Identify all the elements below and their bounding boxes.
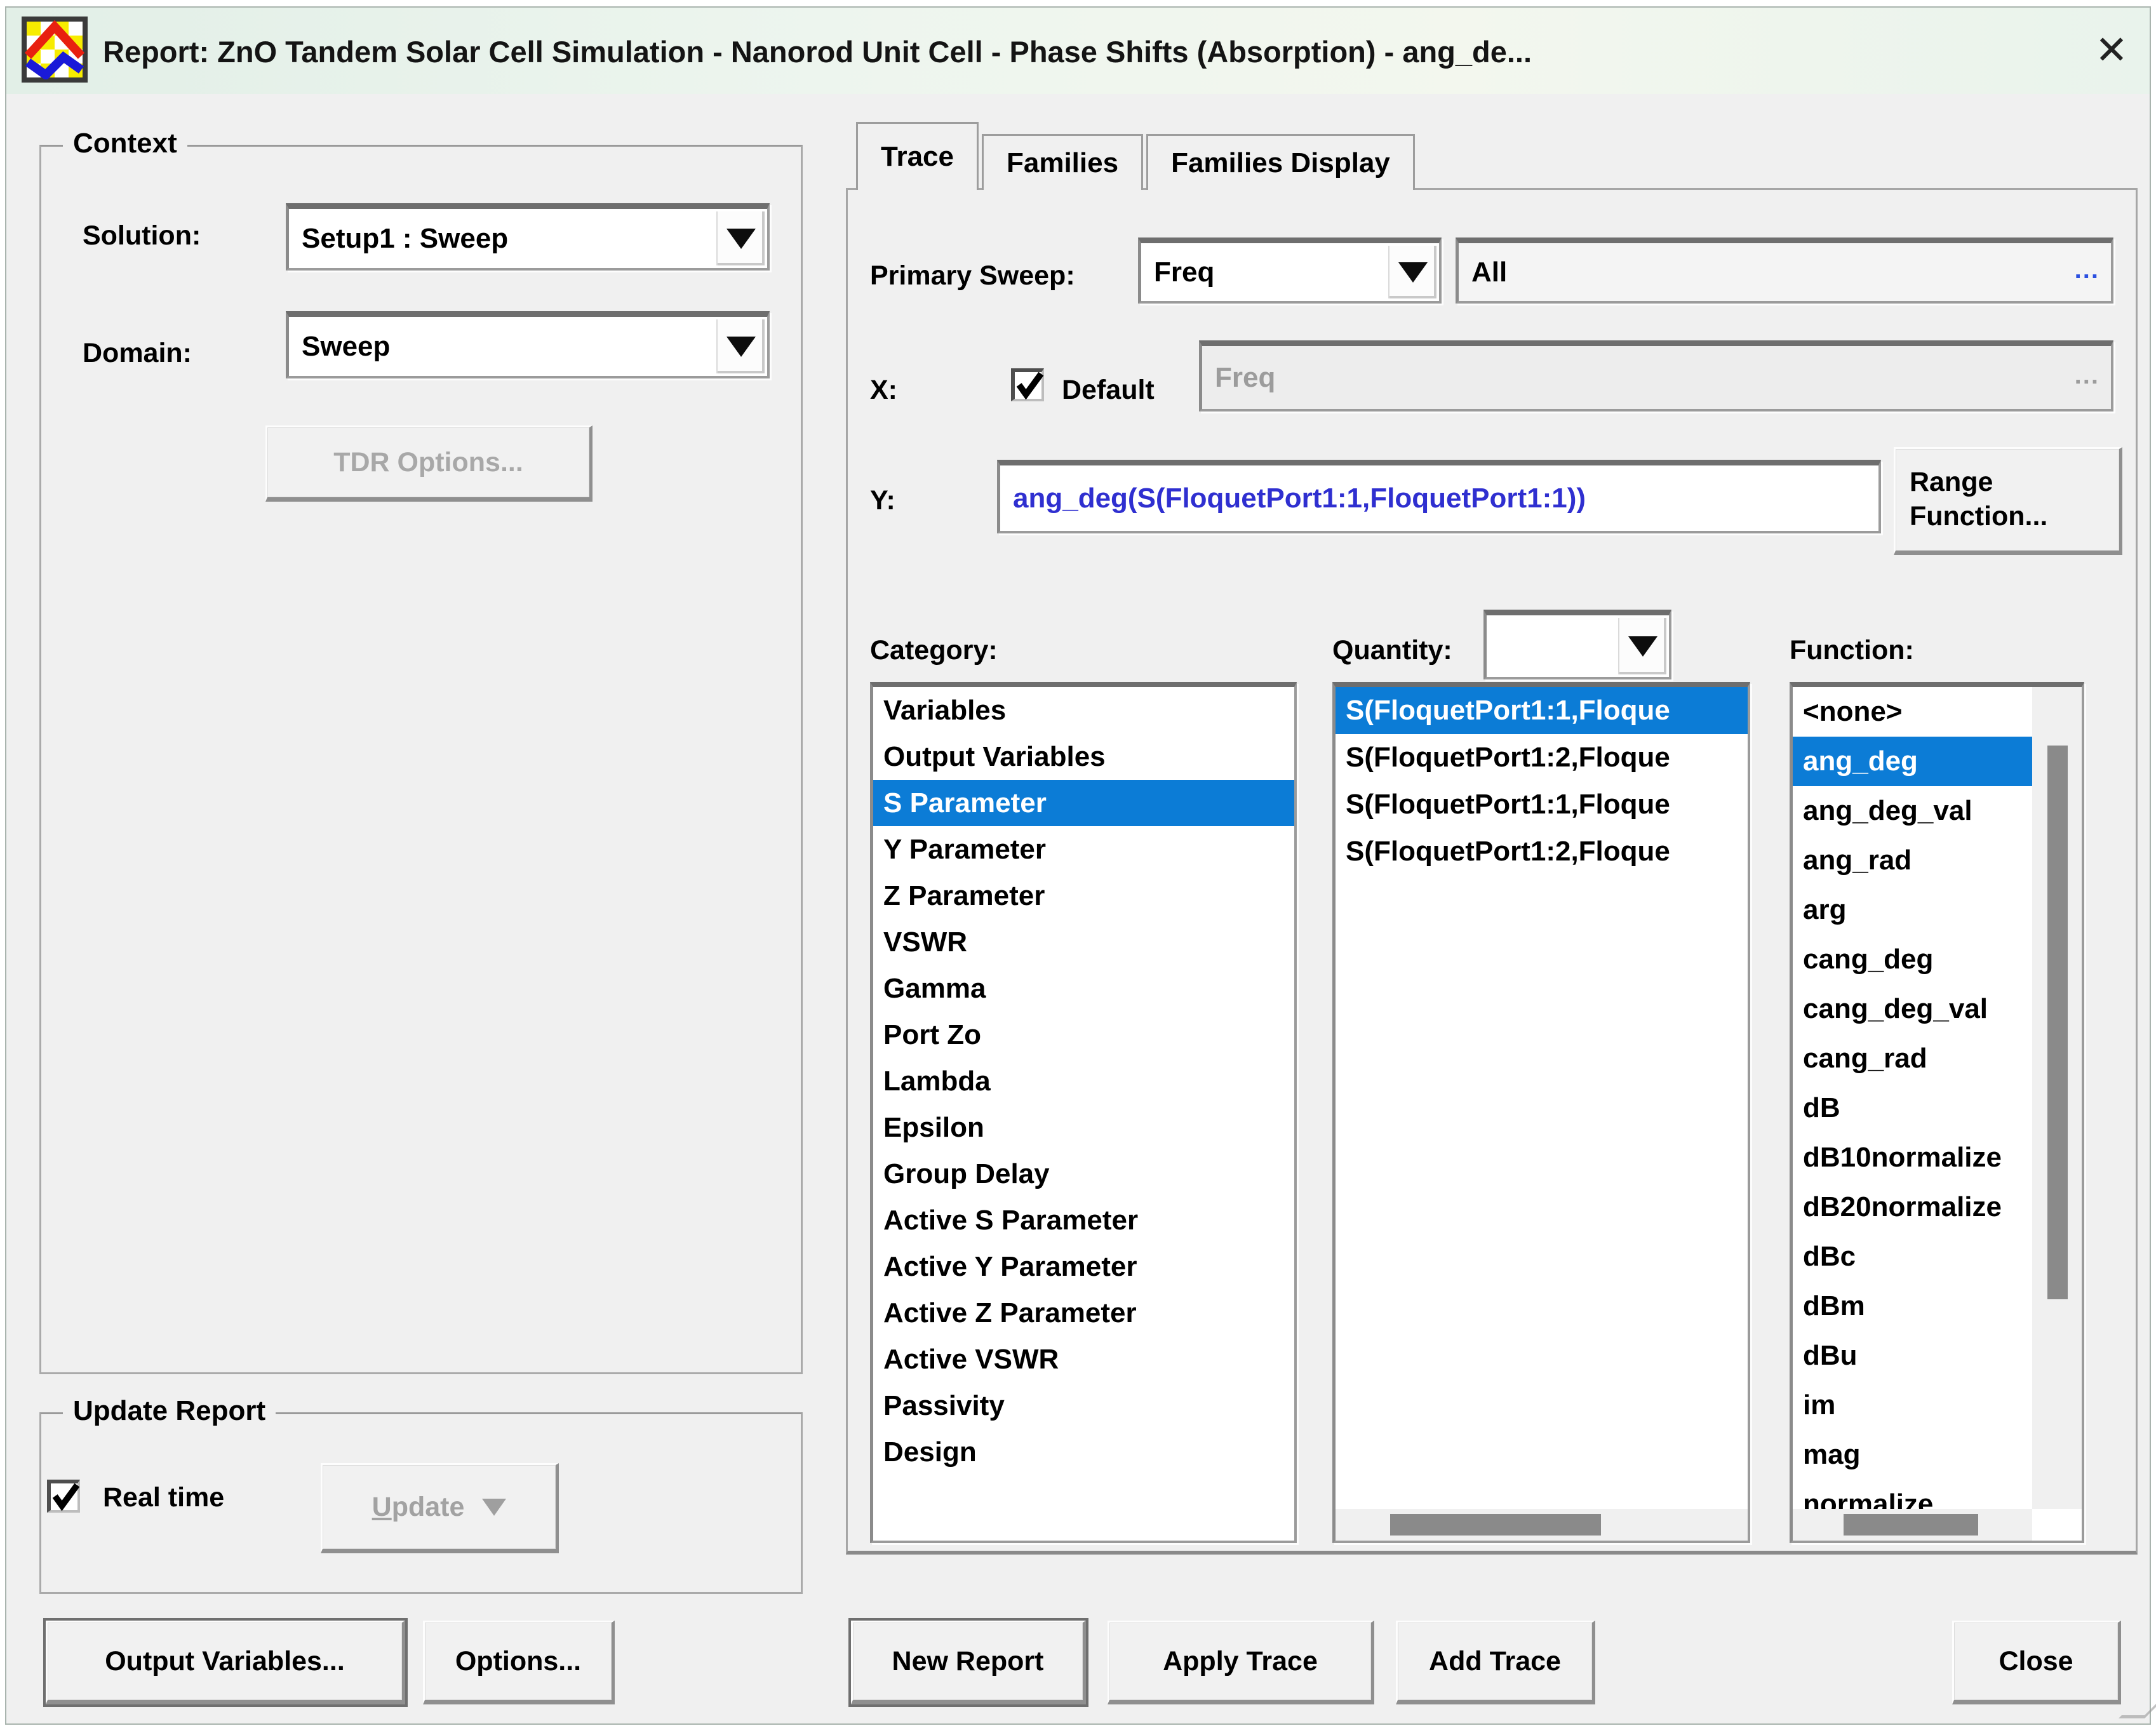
list-item[interactable]: cang_deg_val [1793,984,2032,1034]
browse-ellipsis-button[interactable]: ... [2075,243,2099,297]
list-item[interactable]: Lambda [873,1058,1294,1104]
chevron-down-icon[interactable] [1618,618,1666,674]
list-item[interactable]: mag [1793,1430,2032,1480]
solution-label: Solution: [83,220,201,251]
x-field: Freq ... [1199,340,2113,412]
report-dialog-screenshot: Report: ZnO Tandem Solar Cell Simulation… [0,0,2156,1733]
tab-families[interactable]: Families [982,134,1143,190]
list-item[interactable]: Port Zo [873,1012,1294,1058]
list-item[interactable]: arg [1793,885,2032,935]
tdr-options-button[interactable]: TDR Options... [265,425,593,502]
chevron-down-icon[interactable] [716,211,765,265]
new-report-button[interactable]: New Report [851,1621,1086,1704]
list-item[interactable]: dB [1793,1083,2032,1133]
primary-sweep-label: Primary Sweep: [870,260,1075,291]
tab-trace[interactable]: Trace [856,122,979,190]
list-item[interactable]: im [1793,1381,2032,1430]
real-time-checkbox[interactable] [47,1480,80,1513]
quantity-label: Quantity: [1332,635,1452,666]
primary-sweep-dropdown[interactable]: Freq [1138,238,1442,304]
update-button[interactable]: Update [321,1463,559,1553]
list-item[interactable]: Active VSWR [873,1336,1294,1382]
function-label: Function: [1790,635,1914,666]
list-item[interactable]: Z Parameter [873,873,1294,919]
scrollbar-thumb[interactable] [1844,1514,1978,1536]
list-item[interactable]: Active Y Parameter [873,1243,1294,1290]
list-item[interactable]: dBm [1793,1281,2032,1331]
apply-trace-button[interactable]: Apply Trace [1108,1621,1374,1704]
chevron-down-icon[interactable] [716,319,765,373]
check-icon [1014,368,1047,401]
list-item[interactable]: dBu [1793,1331,2032,1381]
list-item[interactable]: Group Delay [873,1151,1294,1197]
list-item[interactable]: Passivity [873,1382,1294,1429]
quantity-listbox[interactable]: S(FloquetPort1:1,FloqueS(FloquetPort1:2,… [1332,682,1750,1543]
resize-grip[interactable] [2119,1692,2156,1718]
list-item[interactable]: dB10normalize [1793,1133,2032,1182]
list-item[interactable]: S(FloquetPort1:1,Floque [1336,687,1748,734]
list-item[interactable]: <none> [1793,687,2032,737]
quantity-filter-dropdown[interactable] [1483,610,1671,679]
list-item[interactable]: VSWR [873,919,1294,965]
list-item[interactable]: ang_deg_val [1793,786,2032,836]
scrollbar-thumb[interactable] [2047,746,2068,1299]
list-item[interactable]: cang_rad [1793,1034,2032,1083]
report-plot-icon [22,17,88,83]
list-item[interactable]: dB20normalize [1793,1182,2032,1232]
category-listbox[interactable]: VariablesOutput VariablesS ParameterY Pa… [870,682,1297,1543]
domain-dropdown[interactable]: Sweep [286,311,770,378]
primary-sweep-range-field[interactable]: All ... [1456,238,2113,304]
list-item[interactable]: Active S Parameter [873,1197,1294,1243]
range-function-button[interactable]: Range Function... [1894,447,2122,555]
list-item[interactable]: S(FloquetPort1:2,Floque [1336,734,1748,781]
output-variables-button[interactable]: Output Variables... [46,1621,405,1704]
tab-bar: TraceFamiliesFamilies Display [856,122,1418,190]
y-expression-field[interactable]: ang_deg(S(FloquetPort1:1,FloquetPort1:1)… [997,460,1881,533]
solution-dropdown[interactable]: Setup1 : Sweep [286,203,770,271]
list-item[interactable]: cang_deg [1793,935,2032,984]
title-bar: Report: ZnO Tandem Solar Cell Simulation… [6,8,2150,94]
list-item[interactable]: ang_deg [1793,737,2032,786]
horizontal-scrollbar[interactable] [1336,1509,1748,1541]
window-title: Report: ZnO Tandem Solar Cell Simulation… [103,8,1532,94]
scrollbar-thumb[interactable] [1390,1514,1601,1536]
list-item[interactable]: Active Z Parameter [873,1290,1294,1336]
x-default-label: Default [1062,375,1155,406]
vertical-scrollbar[interactable] [2032,687,2082,1509]
check-icon [50,1480,83,1513]
browse-ellipsis-button-disabled: ... [2075,346,2099,405]
options-button[interactable]: Options... [423,1621,615,1704]
list-item[interactable]: dBc [1793,1232,2032,1281]
x-default-checkbox[interactable] [1011,368,1044,401]
list-item[interactable]: Y Parameter [873,826,1294,873]
tab-families-display[interactable]: Families Display [1146,134,1415,190]
horizontal-scrollbar[interactable] [1793,1509,2032,1541]
list-item[interactable]: S(FloquetPort1:1,Floque [1336,781,1748,828]
category-label: Category: [870,635,998,666]
list-item[interactable]: Design [873,1429,1294,1475]
list-item[interactable]: Output Variables [873,733,1294,780]
domain-label: Domain: [83,338,192,369]
list-item[interactable]: ang_rad [1793,836,2032,885]
y-label: Y: [870,485,895,516]
chevron-down-icon [482,1499,506,1516]
close-button[interactable]: Close [1952,1621,2121,1704]
list-item[interactable]: S Parameter [873,780,1294,826]
x-label: X: [870,375,897,406]
list-item[interactable]: Epsilon [873,1104,1294,1151]
context-group-label: Context [63,128,187,159]
real-time-label: Real time [103,1482,224,1513]
add-trace-button[interactable]: Add Trace [1396,1621,1595,1704]
list-item[interactable]: Gamma [873,965,1294,1012]
close-icon[interactable]: ✕ [2095,8,2128,94]
update-report-group-label: Update Report [63,1395,276,1427]
list-item[interactable]: S(FloquetPort1:2,Floque [1336,828,1748,875]
function-listbox[interactable]: <none>ang_degang_deg_valang_radargcang_d… [1790,682,2084,1543]
chevron-down-icon[interactable] [1388,246,1436,298]
list-item[interactable]: Variables [873,687,1294,733]
report-dialog-window: Report: ZnO Tandem Solar Cell Simulation… [5,6,2151,1725]
